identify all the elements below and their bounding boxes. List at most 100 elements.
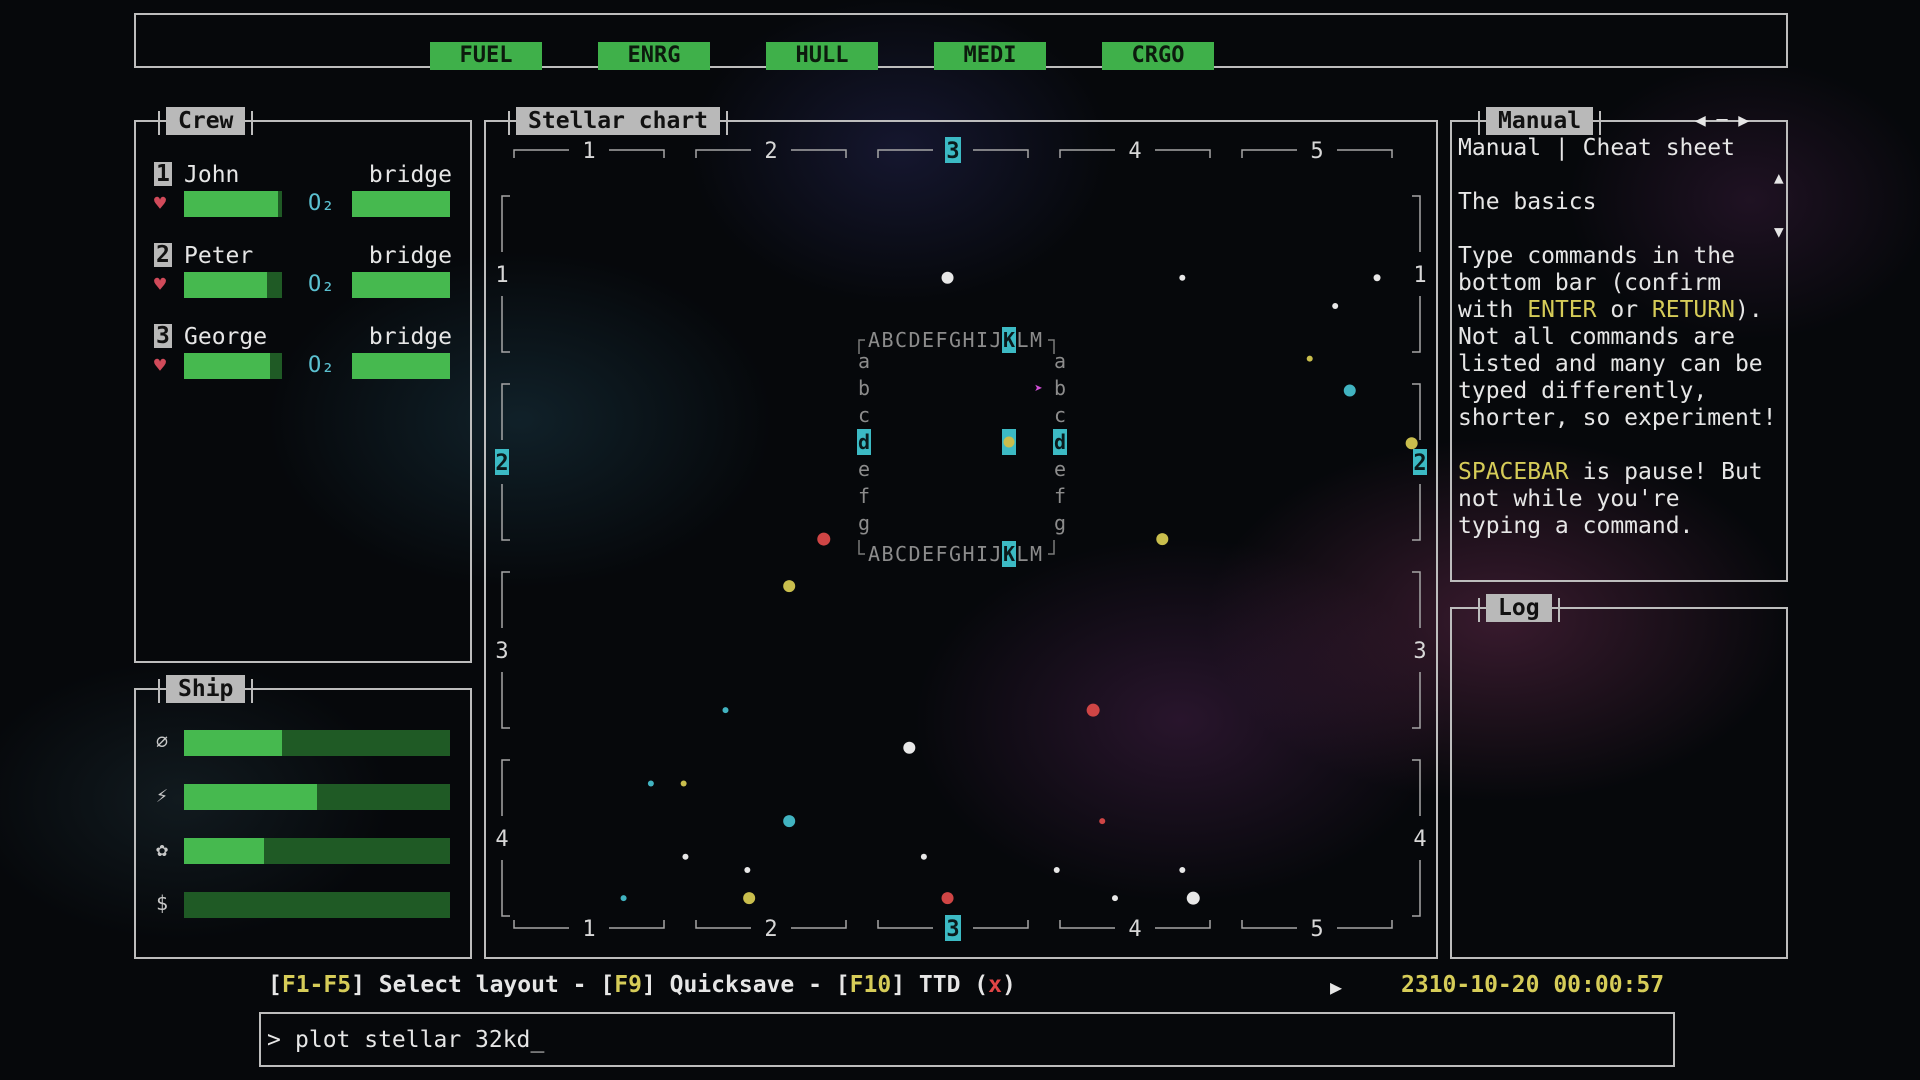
crew-title: Crew <box>157 107 254 135</box>
stellar-chart-map[interactable]: 1 2 3 4 51 2 3 4 512341234A B C D E F G H I J K L MA B C D E F G H I… <box>486 122 1436 957</box>
star[interactable] <box>680 780 687 787</box>
sector-zoom-frame <box>858 339 1055 555</box>
status-bar: FUEL ENRG HULL MEDI CRGO <box>134 13 1788 70</box>
manual-line: typing a command. <box>1458 513 1763 540</box>
hint-key[interactable]: F10 <box>850 972 892 998</box>
play-icon[interactable]: ▶ <box>1330 975 1342 999</box>
sub-row-label: e <box>1054 457 1066 481</box>
command-prompt: > <box>267 1027 281 1053</box>
star[interactable] <box>1306 355 1313 362</box>
scroll-up-icon[interactable]: ▲ <box>1774 168 1784 187</box>
star[interactable] <box>903 741 916 754</box>
sub-row-label: g <box>1054 511 1066 535</box>
hint-key[interactable]: F9 <box>614 972 642 998</box>
crew-member[interactable]: 3 George bridge ♥ O₂ <box>136 324 470 394</box>
sub-row-label: f <box>1054 484 1066 508</box>
command-input[interactable]: plot stellar 32kd <box>295 1027 530 1053</box>
log-panel: Log <box>1450 594 1788 959</box>
chart-row-label: 1 <box>495 263 508 288</box>
manual-nav-arrows[interactable]: ◀ ─ ▶ <box>1682 107 1762 135</box>
credits-icon: $ <box>156 891 169 915</box>
star[interactable] <box>1156 533 1169 546</box>
manual-text: typed differently, <box>1458 378 1708 404</box>
star[interactable] <box>743 892 756 905</box>
ship-position-icon[interactable]: ➤ <box>1034 381 1042 397</box>
sub-column-label: M <box>1030 542 1042 566</box>
oxygen-label: O₂ <box>308 191 335 216</box>
sub-row-label: e <box>858 457 870 481</box>
status-button-enrg[interactable]: ENRG <box>598 42 710 70</box>
sub-column-label: K <box>1003 328 1015 352</box>
oxygen-bar-fill <box>352 353 450 379</box>
sub-column-label: F <box>935 328 947 352</box>
sub-column-label: E <box>922 328 934 352</box>
star[interactable] <box>647 780 654 787</box>
crew-member[interactable]: 2 Peter bridge ♥ O₂ <box>136 243 470 313</box>
status-button-medi[interactable]: MEDI <box>934 42 1046 70</box>
star[interactable] <box>1053 866 1060 873</box>
star[interactable] <box>1332 302 1339 309</box>
oxygen-bar <box>352 272 450 298</box>
status-button-hull[interactable]: HULL <box>766 42 878 70</box>
star[interactable] <box>1179 866 1186 873</box>
star[interactable] <box>1179 274 1186 281</box>
star[interactable] <box>1343 384 1356 397</box>
crew-number: 1 <box>154 161 172 187</box>
sub-row-label: a <box>1054 349 1066 373</box>
sub-row-label: f <box>858 484 870 508</box>
chart-row-label: 3 <box>1413 639 1426 664</box>
manual-line: Type commands in the <box>1458 243 1777 270</box>
star[interactable] <box>1111 895 1118 902</box>
sub-row-label: b <box>1054 376 1066 400</box>
manual-line: with ENTER or RETURN). <box>1458 297 1777 324</box>
star[interactable] <box>1099 818 1106 825</box>
chart-column-label: 3 <box>946 139 959 164</box>
crew-member[interactable]: 1 John bridge ♥ O₂ <box>136 162 470 232</box>
oxygen-bar <box>352 353 450 379</box>
status-button-crgo[interactable]: CRGO <box>1102 42 1214 70</box>
star[interactable] <box>1373 274 1381 282</box>
star[interactable] <box>941 892 954 905</box>
manual-line: listed and many can be <box>1458 351 1777 378</box>
star[interactable] <box>1086 703 1100 717</box>
hint-key[interactable]: F1-F5 <box>282 972 351 998</box>
star[interactable] <box>1186 891 1200 905</box>
sub-row-label: d <box>1054 430 1066 454</box>
crew-number: 2 <box>154 242 172 268</box>
medi-icon: ✿ <box>156 837 169 861</box>
star[interactable] <box>722 707 729 714</box>
chart-column-label: 5 <box>1310 917 1323 942</box>
keyboard-hints: [F1-F5] Select layout - [F9] Quicksave -… <box>268 972 1016 998</box>
manual-text: typing a command. <box>1458 513 1694 539</box>
sub-column-label: B <box>881 542 893 566</box>
star[interactable] <box>920 853 927 860</box>
manual-keyword: SPACEBAR <box>1458 459 1569 485</box>
chart-column-label: 2 <box>764 917 777 942</box>
manual-keyword: ENTER <box>1527 297 1597 323</box>
command-bar[interactable]: > plot stellar 32kd _ <box>259 1012 1675 1067</box>
status-button-fuel[interactable]: FUEL <box>430 42 542 70</box>
log-title: Log <box>1478 594 1560 622</box>
star[interactable] <box>817 532 831 546</box>
selected-star[interactable] <box>1003 436 1015 448</box>
ship-status-bar-fill <box>184 784 317 810</box>
health-bar <box>184 272 282 298</box>
chart-column-label: 4 <box>1128 139 1141 164</box>
sub-column-label: E <box>922 542 934 566</box>
star[interactable] <box>1405 437 1418 450</box>
manual-text: shorter, so experiment! <box>1458 405 1777 431</box>
sub-row-label: g <box>858 511 870 535</box>
hint-text: ] TTD ( <box>891 972 989 998</box>
sub-column-label: M <box>1030 328 1042 352</box>
sub-column-label: L <box>1016 542 1028 566</box>
scroll-down-icon[interactable]: ▼ <box>1774 222 1784 241</box>
manual-section-title: The basics <box>1458 189 1597 215</box>
star[interactable] <box>744 866 751 873</box>
hull-icon: ⌀ <box>156 729 169 753</box>
star[interactable] <box>783 815 796 828</box>
star[interactable] <box>682 853 689 860</box>
star[interactable] <box>783 580 796 593</box>
crew-name: John <box>184 162 240 188</box>
star[interactable] <box>620 895 627 902</box>
star[interactable] <box>941 271 954 284</box>
